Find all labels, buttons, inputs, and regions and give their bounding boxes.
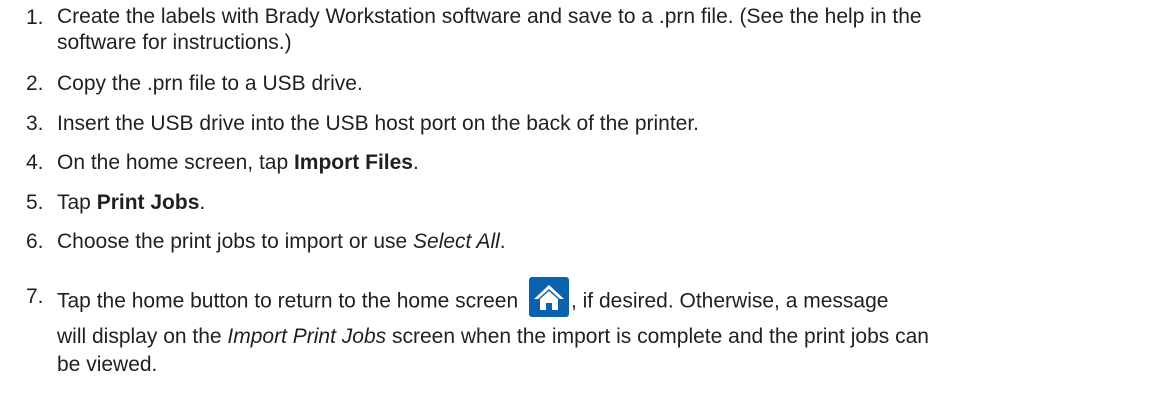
ui-term: Select All	[413, 230, 500, 253]
step-text: Tap the home button to return to the hom…	[57, 277, 1157, 322]
ui-term: Import Files	[293, 151, 413, 174]
screen-name: Import Print Jobs	[227, 325, 387, 348]
step-number: 6.	[26, 230, 44, 253]
step-number: 1.	[26, 6, 44, 29]
step-text: Tap Print Jobs.	[57, 191, 206, 214]
step-text: Copy the .prn file to a USB drive.	[57, 72, 363, 95]
step-text: On the home screen, tap Import Files.	[57, 151, 419, 174]
step-text: Choose the print jobs to import or use S…	[57, 230, 506, 253]
step-number: 5.	[26, 191, 44, 214]
step-text-continued: be viewed.	[57, 353, 158, 376]
step-number: 3.	[26, 112, 44, 135]
step-text-continued: will display on the Import Print Jobs sc…	[57, 325, 929, 348]
step-number: 4.	[26, 151, 44, 174]
home-icon	[528, 277, 569, 317]
ui-term: Print Jobs	[96, 191, 200, 214]
step-number: 7.	[26, 285, 44, 308]
step-text: Create the labels with Brady Workstation…	[57, 5, 922, 54]
step-text: Insert the USB drive into the USB host p…	[57, 112, 700, 135]
step-number: 2.	[26, 72, 44, 95]
